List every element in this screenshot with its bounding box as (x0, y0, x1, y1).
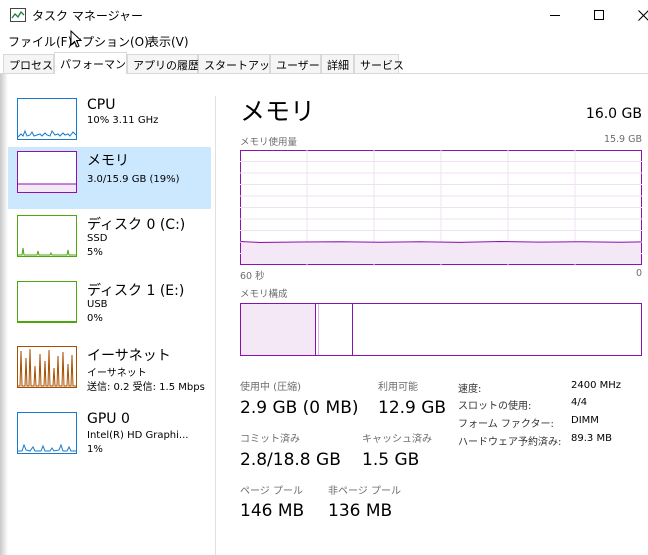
slots-used-label: スロットの使用: (458, 401, 532, 412)
resource-name: イーサネット (87, 348, 171, 364)
resource-detail: Intel(R) HD Graphi... (87, 430, 189, 441)
menu-bar: ファイル(F) オプション(O) 表示(V) (0, 30, 648, 50)
graph-time-axis-left: 60 秒 (240, 271, 265, 282)
tab-details[interactable]: 詳細 (321, 54, 354, 73)
memory-usage-max: 15.9 GB (603, 134, 642, 145)
maximize-icon (594, 10, 604, 20)
memory-detail-pane: メモリ 16.0 GB メモリ使用量 15.9 GB 60 秒 0 メモリ構成 … (216, 74, 648, 555)
close-button[interactable] (620, 0, 648, 30)
resource-usage: 5% (87, 247, 103, 258)
resource-throughput: 送信: 0.2 受信: 1.5 Mbps (87, 382, 205, 393)
slots-used-value: 4/4 (571, 397, 588, 408)
tab-app-history[interactable]: アプリの履歴 (127, 54, 199, 73)
cached-label: キャッシュ済み (362, 434, 432, 445)
cpu-thumbnail-graph (17, 98, 77, 140)
available-value: 12.9 GB (378, 398, 447, 418)
disk-1-thumbnail-graph (17, 281, 77, 323)
ethernet-thumbnail-graph (17, 346, 77, 388)
memory-composition-label: メモリ構成 (240, 289, 288, 300)
resource-detail: SSD (87, 233, 108, 244)
speed-label: 速度: (458, 384, 482, 395)
memory-thumbnail-graph (17, 151, 77, 193)
resource-name: GPU 0 (87, 411, 130, 427)
resource-name: ディスク 1 (E:) (87, 283, 185, 299)
resource-list: CPU 10% 3.11 GHz メモリ 3.0/15.9 GB (19%) デ… (0, 74, 215, 555)
resource-detail: USB (87, 299, 108, 310)
in-use-label: 使用中 (圧縮) (240, 382, 301, 393)
tab-performance[interactable]: パフォーマンス (54, 52, 137, 74)
window-title: タスク マネージャー (32, 9, 143, 23)
committed-value: 2.8/18.8 GB (240, 450, 341, 470)
resource-name: ディスク 0 (C:) (87, 217, 186, 233)
minimize-icon (550, 14, 560, 16)
form-factor-value: DIMM (571, 415, 599, 426)
resource-detail: 10% 3.11 GHz (87, 115, 159, 126)
resource-disk-0[interactable]: ディスク 0 (C:) SSD 5% (8, 211, 211, 273)
page-title: メモリ (240, 97, 316, 126)
paged-pool-value: 146 MB (240, 501, 305, 521)
tab-startup[interactable]: スタートアップ (198, 54, 281, 73)
resource-usage: 0% (87, 313, 103, 324)
memory-composition-graph (240, 303, 642, 356)
paged-pool-label: ページ プール (240, 486, 303, 497)
memory-usage-graph (240, 150, 642, 265)
committed-label: コミット済み (240, 434, 300, 445)
menu-view[interactable]: 表示(V) (147, 33, 189, 50)
in-use-value: 2.9 GB (0 MB) (240, 398, 359, 418)
resource-disk-1[interactable]: ディスク 1 (E:) USB 0% (8, 277, 211, 339)
resource-name: CPU (87, 97, 116, 113)
tab-processes[interactable]: プロセス (3, 54, 54, 73)
available-label: 利用可能 (378, 382, 418, 393)
resource-detail: 3.0/15.9 GB (19%) (87, 174, 180, 185)
form-factor-label: フォーム ファクター: (458, 419, 554, 430)
memory-usage-label: メモリ使用量 (240, 137, 298, 148)
resource-detail: イーサネット (87, 368, 147, 379)
resource-memory[interactable]: メモリ 3.0/15.9 GB (19%) (8, 147, 211, 209)
close-icon (637, 9, 648, 21)
cached-value: 1.5 GB (362, 450, 420, 470)
task-manager-icon (10, 8, 26, 22)
tab-users[interactable]: ユーザー (270, 54, 321, 73)
maximize-button[interactable] (576, 0, 622, 30)
hardware-reserved-label: ハードウェア予約済み: (458, 437, 562, 448)
resource-ethernet[interactable]: イーサネット イーサネット 送信: 0.2 受信: 1.5 Mbps (8, 342, 211, 404)
tab-bar: プロセス パフォーマンス アプリの履歴 スタートアップ ユーザー 詳細 サービス (0, 52, 648, 74)
nonpaged-pool-value: 136 MB (328, 501, 393, 521)
disk-0-thumbnail-graph (17, 215, 77, 257)
memory-total: 16.0 GB (585, 106, 642, 122)
gpu-thumbnail-graph (17, 412, 77, 454)
graph-time-axis-right: 0 (635, 268, 642, 279)
hardware-reserved-value: 89.3 MB (571, 433, 612, 444)
menu-file[interactable]: ファイル(F) (8, 33, 72, 50)
mouse-cursor-icon (70, 30, 83, 48)
resource-usage: 1% (87, 444, 103, 455)
minimize-button[interactable] (532, 0, 578, 30)
resource-name: メモリ (87, 153, 129, 169)
title-bar: タスク マネージャー (0, 0, 648, 30)
nonpaged-pool-label: 非ページ プール (328, 486, 401, 497)
resource-gpu-0[interactable]: GPU 0 Intel(R) HD Graphi... 1% (8, 408, 211, 470)
speed-value: 2400 MHz (571, 380, 622, 391)
tab-services[interactable]: サービス (354, 54, 404, 73)
